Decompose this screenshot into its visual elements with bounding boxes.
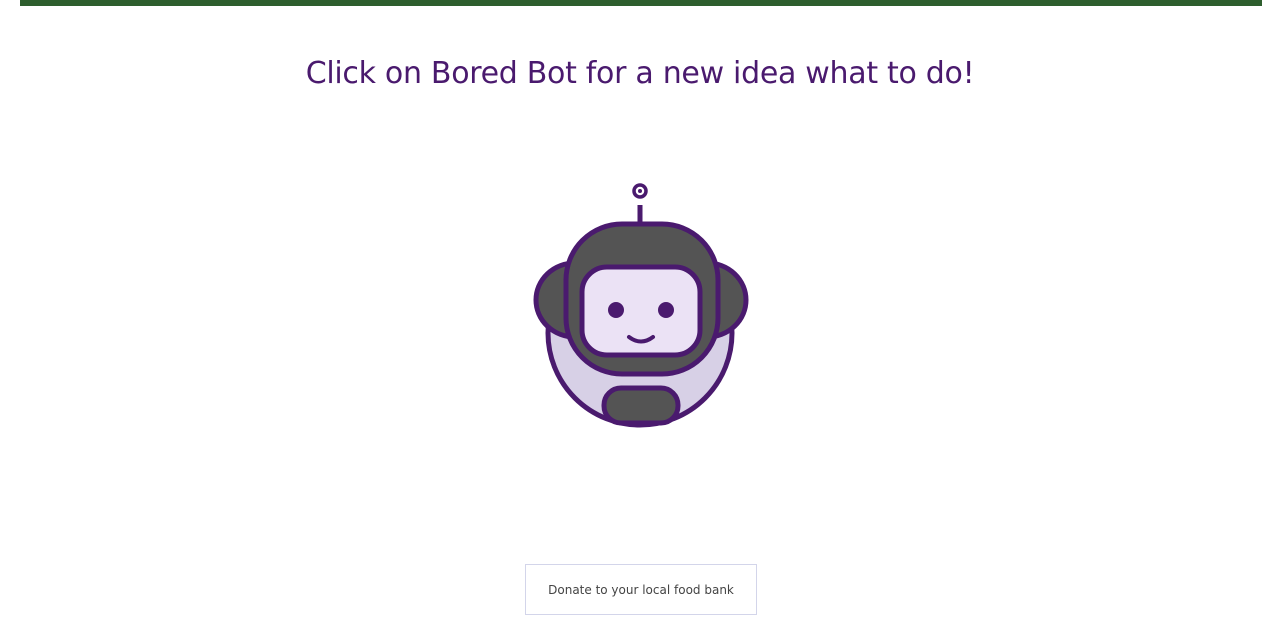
page-title: Click on Bored Bot for a new idea what t… [305, 56, 975, 91]
activity-suggestion-text: Donate to your local food bank [548, 582, 734, 597]
top-accent-bar [20, 0, 1262, 6]
robot-icon [533, 183, 749, 428]
bored-bot-button[interactable] [520, 175, 760, 435]
activity-suggestion-box: Donate to your local food bank [525, 564, 757, 615]
page: Click on Bored Bot for a new idea what t… [0, 0, 1280, 640]
